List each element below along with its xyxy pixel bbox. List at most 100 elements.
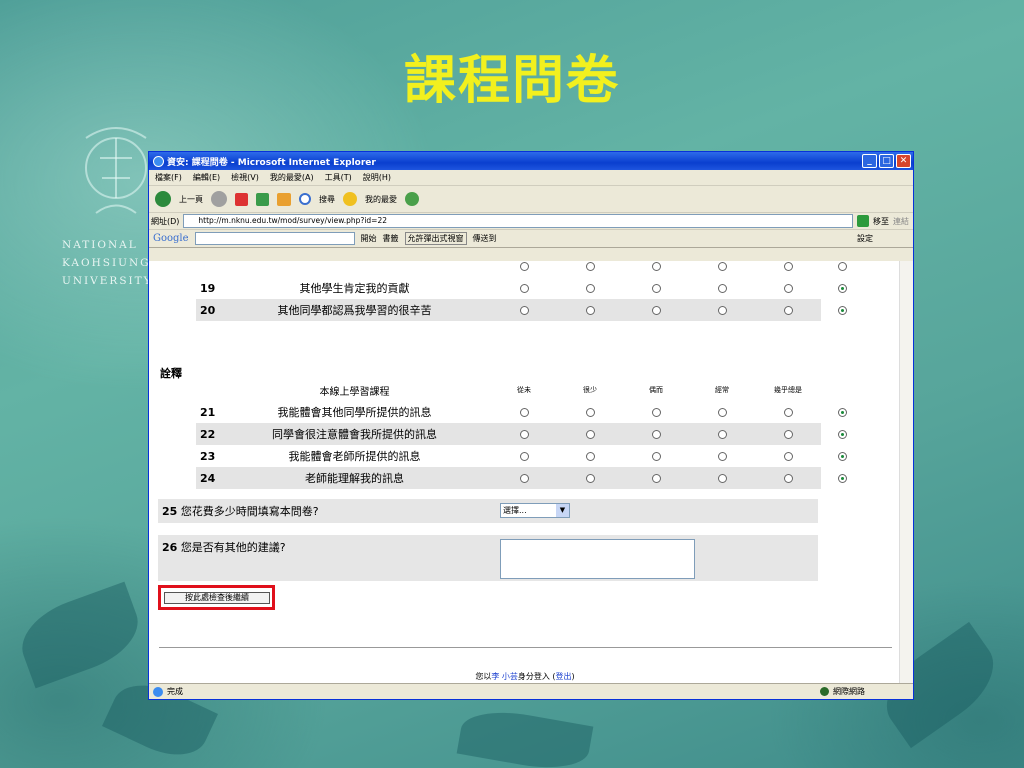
radio-button-selected[interactable] xyxy=(837,408,847,417)
radio-button[interactable] xyxy=(717,430,727,439)
radio-button[interactable] xyxy=(717,474,727,483)
radio-button[interactable] xyxy=(585,408,595,417)
leaf-decoration xyxy=(11,581,149,689)
radio-button[interactable] xyxy=(585,474,595,483)
google-send-button[interactable]: 傳送到 xyxy=(473,233,497,244)
radio-button[interactable] xyxy=(585,284,595,293)
radio-button[interactable] xyxy=(651,430,661,439)
suggestion-textarea[interactable] xyxy=(500,539,695,579)
radio-button[interactable] xyxy=(585,430,595,439)
radio-button-selected[interactable] xyxy=(837,474,847,483)
submit-button[interactable]: 按此處檢查後繼續 xyxy=(164,592,270,604)
favorites-button-label[interactable]: 我的最愛 xyxy=(365,194,397,205)
address-input[interactable]: http://m.nknu.edu.tw/mod/survey/view.php… xyxy=(183,214,853,228)
question-number: 19 xyxy=(200,281,216,295)
radio-button[interactable] xyxy=(651,284,661,293)
question-number: 21 xyxy=(200,405,216,419)
radio-button[interactable] xyxy=(519,262,529,271)
close-button[interactable]: ✕ xyxy=(896,154,911,168)
radio-button[interactable] xyxy=(519,408,529,417)
radio-button[interactable] xyxy=(651,408,661,417)
user-link[interactable]: 李 小芸 xyxy=(491,672,518,681)
menu-tools[interactable]: 工具(T) xyxy=(325,172,352,183)
radio-button[interactable] xyxy=(717,284,727,293)
radio-button[interactable] xyxy=(519,430,529,439)
google-bookmarks-button[interactable]: 書籤 xyxy=(383,233,399,244)
status-text: 完成 xyxy=(167,687,183,696)
vertical-scrollbar[interactable] xyxy=(899,261,913,685)
header-option: 經常 xyxy=(715,386,729,394)
question-number: 20 xyxy=(196,299,218,321)
radio-button[interactable] xyxy=(651,474,661,483)
favorites-star-icon[interactable] xyxy=(343,192,357,206)
radio-button[interactable] xyxy=(717,408,727,417)
radio-button[interactable] xyxy=(519,284,529,293)
radio-button[interactable] xyxy=(585,262,595,271)
stop-icon[interactable] xyxy=(235,192,248,206)
page-done-icon xyxy=(153,686,163,697)
window-title: 資安: 課程問卷 - Microsoft Internet Explorer xyxy=(167,157,376,168)
google-search-input[interactable] xyxy=(194,232,355,245)
menu-favorites[interactable]: 我的最愛(A) xyxy=(270,172,314,183)
survey-table-top: 19 其他學生肯定我的貢獻 20 其他同學都認爲我學習的很辛苦 xyxy=(196,261,863,321)
back-button-label[interactable]: 上一頁 xyxy=(179,194,203,205)
question-text: 您花費多少時間填寫本問卷? xyxy=(180,505,319,518)
login-end: ) xyxy=(571,672,575,681)
radio-button[interactable] xyxy=(585,306,595,315)
page-content: 19 其他學生肯定我的貢獻 20 其他同學都認爲我學習的很辛苦 詮釋 本線上學習… xyxy=(149,261,901,685)
radio-button[interactable] xyxy=(651,452,661,461)
internet-zone-icon xyxy=(820,687,829,696)
radio-button[interactable] xyxy=(783,306,793,315)
question-number: 25 xyxy=(162,505,178,518)
menu-edit[interactable]: 編輯(E) xyxy=(193,172,220,183)
radio-button[interactable] xyxy=(651,306,661,315)
menu-file[interactable]: 檔案(F) xyxy=(155,172,182,183)
radio-button[interactable] xyxy=(717,452,727,461)
radio-button[interactable] xyxy=(651,262,661,271)
question-25: 25 您花費多少時間填寫本問卷? 選擇... ▼ xyxy=(158,499,818,523)
links-label[interactable]: 連結 xyxy=(893,216,909,227)
radio-button[interactable] xyxy=(519,474,529,483)
google-search-button[interactable]: 開始 xyxy=(361,233,377,244)
radio-button[interactable] xyxy=(837,262,847,271)
question-text: 同學會很注意體會我所提供的訊息 xyxy=(218,423,491,445)
browser-window: 資安: 課程問卷 - Microsoft Internet Explorer _… xyxy=(148,151,914,700)
maximize-button[interactable]: □ xyxy=(879,154,894,168)
radio-button[interactable] xyxy=(783,284,793,293)
radio-button[interactable] xyxy=(717,262,727,271)
radio-button-selected[interactable] xyxy=(837,306,847,315)
go-arrow-icon[interactable] xyxy=(857,215,869,227)
radio-button[interactable] xyxy=(783,474,793,483)
radio-button[interactable] xyxy=(783,452,793,461)
menu-help[interactable]: 說明(H) xyxy=(363,172,391,183)
menu-view[interactable]: 檢視(V) xyxy=(231,172,259,183)
minimize-button[interactable]: _ xyxy=(862,154,877,168)
window-titlebar: 資安: 課程問卷 - Microsoft Internet Explorer _… xyxy=(149,152,913,170)
radio-button[interactable] xyxy=(717,306,727,315)
go-button[interactable]: 移至 xyxy=(873,216,889,227)
radio-button[interactable] xyxy=(585,452,595,461)
refresh-icon[interactable] xyxy=(256,192,269,206)
time-select[interactable]: 選擇... ▼ xyxy=(500,503,570,518)
radio-button[interactable] xyxy=(519,452,529,461)
radio-button[interactable] xyxy=(783,430,793,439)
radio-button[interactable] xyxy=(783,262,793,271)
radio-button-selected[interactable] xyxy=(837,430,847,439)
chevron-down-icon[interactable]: ▼ xyxy=(556,504,569,517)
back-arrow-icon[interactable] xyxy=(155,191,171,207)
google-popup-button[interactable]: 允許彈出式視窗 xyxy=(404,232,467,245)
radio-button[interactable] xyxy=(783,408,793,417)
logout-link[interactable]: 登出 xyxy=(556,672,572,681)
forward-arrow-icon[interactable] xyxy=(211,191,227,207)
google-settings-button[interactable]: 設定 xyxy=(857,233,873,244)
address-bar: 網址(D) http://m.nknu.edu.tw/mod/survey/vi… xyxy=(149,213,913,230)
search-button-label[interactable]: 搜尋 xyxy=(319,194,335,205)
search-icon[interactable] xyxy=(299,193,311,205)
table-row xyxy=(196,261,863,277)
history-icon[interactable] xyxy=(405,192,419,206)
radio-button-selected[interactable] xyxy=(837,452,847,461)
table-row: 19 其他學生肯定我的貢獻 xyxy=(196,277,863,299)
radio-button-selected[interactable] xyxy=(837,284,847,293)
home-icon[interactable] xyxy=(277,192,291,206)
radio-button[interactable] xyxy=(519,306,529,315)
